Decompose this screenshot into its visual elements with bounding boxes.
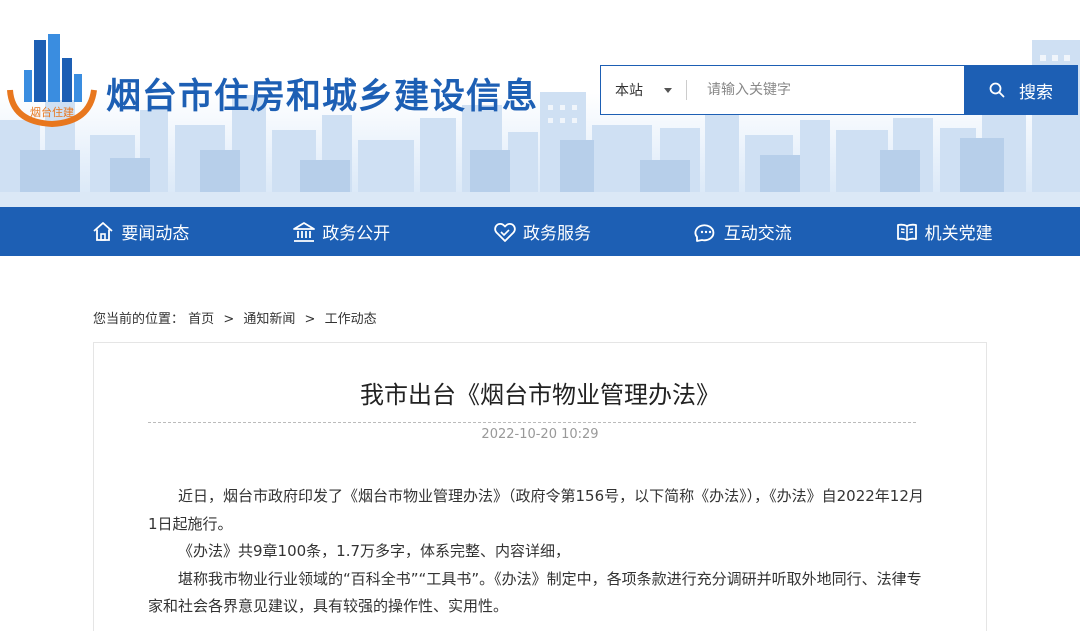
nav-item-label: 互动交流 [723,224,792,244]
logo-icon[interactable]: 烟台住建 [4,30,100,130]
title-divider [148,422,916,423]
nav-item-label: 要闻动态 [121,224,190,244]
article-title: 我市出台《烟台市物业管理办法》 [360,381,720,409]
nav-item-label: 政务服务 [522,224,591,244]
handshake-icon [494,222,516,242]
site-title[interactable]: 烟台市住房和城乡建设信息 [106,68,538,119]
home-icon [93,221,113,241]
caret-down-icon [664,88,672,93]
breadcrumb-separator: > [223,312,235,327]
book-icon [896,223,917,241]
breadcrumb-home[interactable]: 首页 [188,312,214,327]
nav-item-government-services[interactable]: 政务服务 [493,219,591,244]
nav-item-interaction[interactable]: 互动交流 [694,219,792,244]
search-button[interactable]: 搜索 [964,65,1078,115]
main-nav: 要闻动态 政务公开 政务服务 互动交流 机关党建 [0,207,1080,256]
article-panel: 我市出台《烟台市物业管理办法》 2022-10-20 10:29 近日，烟台市政… [93,342,987,631]
search-icon [989,82,1005,98]
government-building-icon [293,221,316,242]
nav-item-government-affairs[interactable]: 政务公开 [292,219,390,244]
nav-item-label: 机关党建 [924,224,993,244]
article-paragraph: 堪称我市物业行业领域的“百科全书”“工具书”。《办法》制定中，各项条款进行充分调… [148,569,922,616]
search-scope-label: 本站 [615,83,643,99]
chat-bubbles-icon [694,223,715,242]
breadcrumb: 您当前的位置： 首页 > 通知新闻 > 工作动态 [93,308,377,327]
breadcrumb-separator: > [304,312,316,327]
site-header: 烟台住建 烟台市住房和城乡建设信息 本站 搜索 [0,0,1080,207]
article-body: 近日，烟台市政府印发了《烟台市物业管理办法》（政府令第156号，以下简称《办法》… [148,483,928,621]
breadcrumb-prefix: 您当前的位置： [93,312,185,327]
breadcrumb-work-updates[interactable]: 工作动态 [325,312,377,327]
nav-item-news[interactable]: 要闻动态 [91,219,189,244]
logo-text: 烟台住建 [30,105,74,119]
search-input[interactable] [687,66,964,114]
search-bar: 本站 搜索 [600,65,1078,115]
article-paragraph: 《办法》共9章100条，1.7万多字，体系完整、内容详细， [178,542,571,560]
article-date: 2022-10-20 10:29 [481,427,599,442]
breadcrumb-notices-news[interactable]: 通知新闻 [243,312,295,327]
nav-item-party-building[interactable]: 机关党建 [895,219,993,244]
search-button-label: 搜索 [1019,82,1053,103]
search-scope-dropdown[interactable]: 本站 [601,66,686,114]
article-paragraph: 近日，烟台市政府印发了《烟台市物业管理办法》（政府令第156号，以下简称《办法》… [148,487,924,533]
nav-item-label: 政务公开 [322,224,391,244]
